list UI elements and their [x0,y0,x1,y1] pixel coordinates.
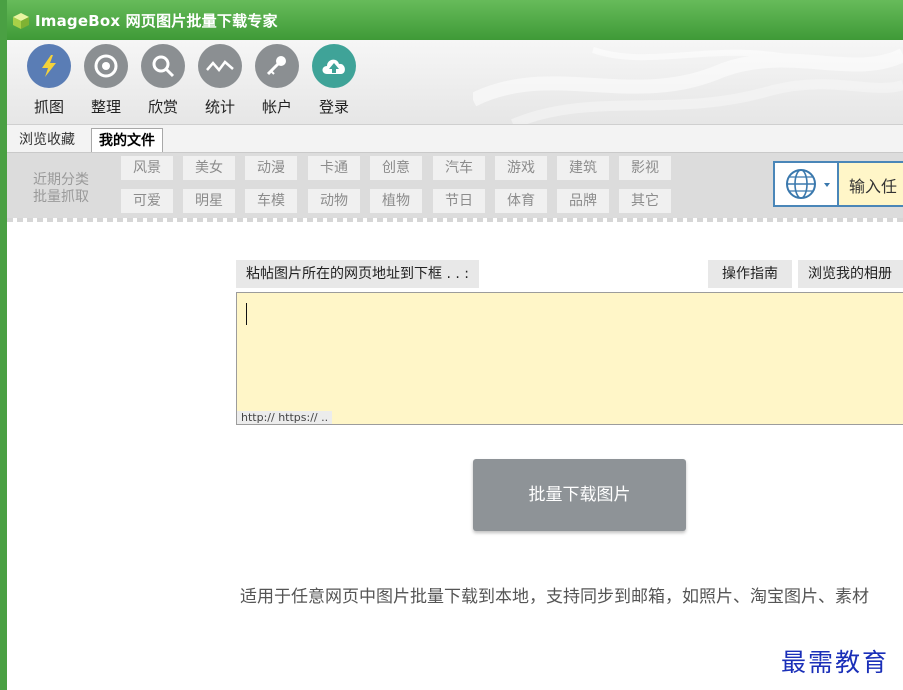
url-input-area[interactable]: http:// https:// .. [236,292,903,425]
category-item[interactable]: 美女 [183,156,235,180]
category-item[interactable]: 品牌 [557,189,609,213]
toolbar-account-label: 帐户 [261,98,292,116]
magnifier-icon [141,44,185,88]
toolbar-view-label: 欣赏 [147,98,178,116]
dashed-divider [7,218,903,222]
main-toolbar: 抓图 整理 欣赏 统计 帐户 登录 [7,40,903,124]
batch-grab-label: 批量抓取 [33,189,89,205]
toolbar-view-button[interactable]: 欣赏 [135,44,191,122]
toolbar-account-button[interactable]: 帐户 [249,44,305,122]
category-item[interactable]: 游戏 [495,156,547,180]
cloud-upload-icon [312,44,356,88]
url-instruction-label: 粘帖图片所在的网页地址到下框 . . : [236,260,479,288]
browse-album-button[interactable]: 浏览我的相册 [798,260,903,288]
category-item[interactable]: 动物 [308,189,360,213]
tab-browse-favorites[interactable]: 浏览收藏 [12,128,82,152]
url-hint: http:// https:// .. [237,411,333,424]
toolbar-stats-label: 统计 [204,98,235,116]
toolbar-organize-label: 整理 [90,98,121,116]
category-item[interactable]: 影视 [619,156,671,180]
feature-description: 适用于任意网页中图片批量下载到本地，支持同步到邮箱，如照片、淘宝图片、素材 [240,587,869,607]
category-item[interactable]: 创意 [370,156,422,180]
category-item[interactable]: 建筑 [557,156,609,180]
toolbar-decoration [473,47,903,124]
toolbar-login-label: 登录 [318,98,349,116]
tab-my-files[interactable]: 我的文件 [91,128,163,153]
category-item[interactable]: 风景 [121,156,173,180]
window-title: ImageBox 网页图片批量下载专家 [35,12,278,30]
toolbar-login-button[interactable]: 登录 [306,44,362,122]
category-item[interactable]: 其它 [619,189,671,213]
category-item[interactable]: 汽车 [433,156,485,180]
text-caret [246,303,247,325]
target-icon [84,44,128,88]
app-cube-icon [13,13,29,29]
category-item[interactable]: 明星 [183,189,235,213]
toolbar-grab-button[interactable]: 抓图 [21,44,77,122]
toolbar-organize-button[interactable]: 整理 [78,44,134,122]
category-item[interactable]: 节日 [433,189,485,213]
search-box[interactable]: 输入任 [773,161,903,207]
operation-guide-button[interactable]: 操作指南 [708,260,792,288]
chevron-down-icon [824,183,830,187]
category-bar: 近期分类 批量抓取 风景 美女 动漫 卡通 创意 汽车 游戏 建筑 影视 可爱 … [7,152,903,219]
batch-download-button[interactable]: 批量下载图片 [473,459,686,531]
tab-bar: 浏览收藏 我的文件 [7,124,903,153]
chart-line-icon [198,44,242,88]
window-frame-left [0,0,7,690]
key-icon [255,44,299,88]
search-placeholder: 输入任 [849,177,898,196]
watermark-text: 最需教育 [781,648,890,677]
category-item[interactable]: 动漫 [245,156,297,180]
title-bar[interactable]: ImageBox 网页图片批量下载专家 [7,0,903,40]
category-item[interactable]: 可爱 [121,189,173,213]
category-item[interactable]: 植物 [370,189,422,213]
category-item[interactable]: 车模 [245,189,297,213]
toolbar-grab-label: 抓图 [33,98,64,116]
lightning-icon [27,44,71,88]
globe-icon [786,169,830,199]
category-item[interactable]: 体育 [495,189,547,213]
toolbar-stats-button[interactable]: 统计 [192,44,248,122]
search-engine-selector[interactable] [775,163,839,205]
category-item[interactable]: 卡通 [308,156,360,180]
